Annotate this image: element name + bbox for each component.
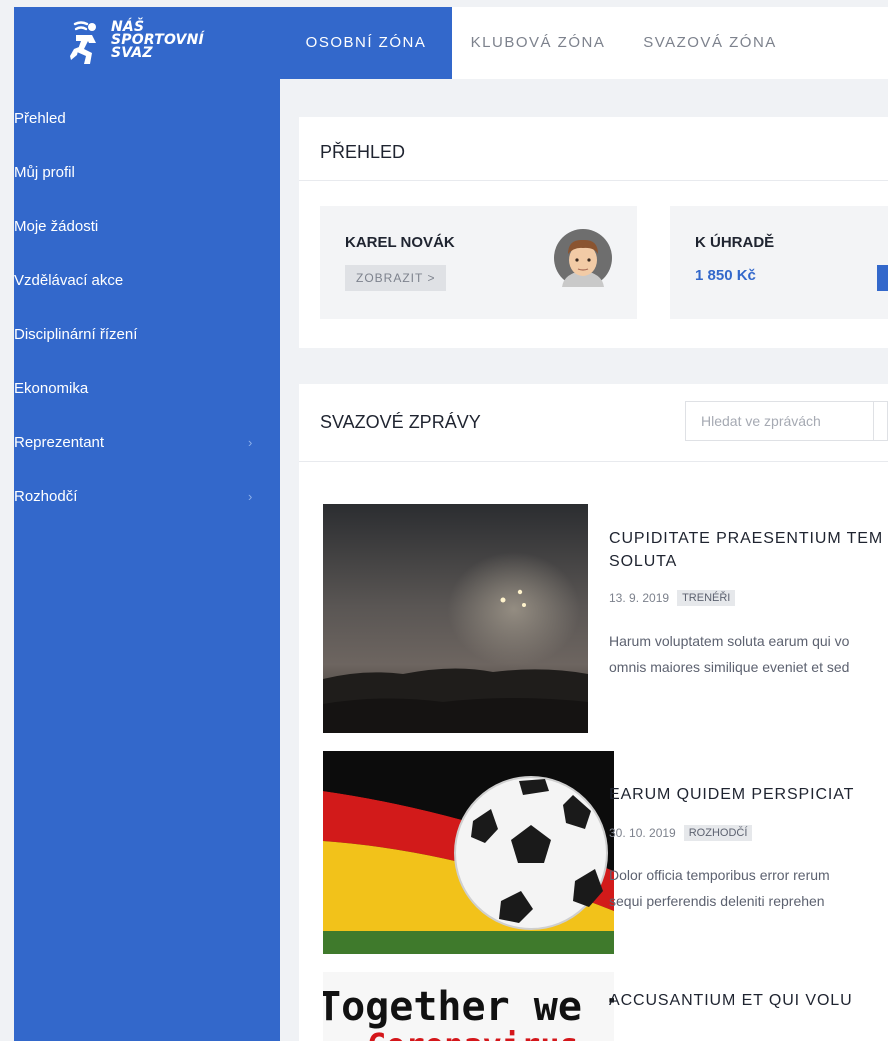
sidebar-item-prehled[interactable]: Přehled (14, 92, 280, 146)
sidebar-item-moje-zadosti[interactable]: Moje žádosti (14, 200, 280, 254)
news-meta: 30. 10. 2019 ROZHODČÍ (609, 825, 753, 841)
news-headline[interactable]: EARUM QUIDEM PERSPICIAT (609, 783, 854, 806)
sidebar-item-label: Ekonomika (14, 380, 89, 397)
sidebar-item-muj-profil[interactable]: Můj profil (14, 146, 280, 200)
show-profile-button[interactable]: ZOBRAZIT > (345, 265, 447, 291)
news-image[interactable]: Together we figh Coronavirus (323, 972, 614, 1041)
overview-card: PŘEHLED KAREL NOVÁK ZOBRAZIT > K ÚHRADĚ … (299, 117, 888, 348)
logo[interactable]: NÁŠ SPORTOVNÍ SVAZ (14, 7, 280, 79)
runner-icon (70, 21, 96, 64)
sidebar-item-label: Můj profil (14, 164, 75, 181)
logo-line-3: SVAZ (111, 45, 153, 61)
payment-title: K ÚHRADĚ (695, 234, 775, 251)
tab-klubova-zona[interactable]: KLUBOVÁ ZÓNA (452, 7, 624, 79)
news-headline[interactable]: CUPIDITATE PRAESENTIUM TEM SOLUTA (609, 527, 883, 573)
sidebar-item-label: Moje žádosti (14, 218, 99, 235)
news-image-caption: Coronavirus (367, 1026, 579, 1041)
sidebar-item-label: Rozhodčí (14, 488, 78, 505)
sidebar-item-ekonomika[interactable]: Ekonomika (14, 362, 280, 416)
news-headline-line: SOLUTA (609, 553, 678, 570)
news-title: SVAZOVÉ ZPRÁVY (320, 412, 481, 432)
user-avatar-icon (554, 229, 612, 287)
news-image[interactable] (323, 504, 588, 733)
main-content: PŘEHLED KAREL NOVÁK ZOBRAZIT > K ÚHRADĚ … (280, 79, 888, 1041)
divider (299, 180, 888, 181)
news-tag[interactable]: TRENÉŘI (677, 590, 736, 606)
sidebar-item-label: Reprezentant (14, 434, 105, 451)
news-excerpt-line: Dolor officia temporibus error rerum (609, 867, 830, 883)
news-image[interactable] (323, 751, 614, 954)
sidebar-item-reprezentant[interactable]: Reprezentant › (14, 416, 280, 470)
news-headline-line: ACCUSANTIUM ET QUI VOLU (609, 992, 853, 1009)
sidebar-item-label: Vzdělávací akce (14, 272, 124, 289)
news-headline-line: EARUM QUIDEM PERSPICIAT (609, 786, 855, 803)
news-excerpt: Dolor officia temporibus error rerum seq… (609, 862, 830, 914)
news-headline-line: CUPIDITATE PRAESENTIUM TEM (609, 530, 884, 547)
news-card: SVAZOVÉ ZPRÁVY Hledat ve zprávách CUPIDI… (299, 384, 888, 1041)
profile-tile: KAREL NOVÁK ZOBRAZIT > (320, 206, 637, 319)
sidebar-item-label: Disciplinární řízení (14, 326, 138, 343)
news-excerpt-line: sequi perferendis deleniti reprehen (609, 893, 825, 909)
pay-button[interactable] (877, 265, 888, 291)
news-excerpt-line: Harum voluptatem soluta earum qui vo (609, 633, 850, 649)
news-image-caption: Together we figh (323, 984, 614, 1030)
divider (299, 461, 888, 462)
chevron-right-icon: › (248, 435, 253, 450)
payment-amount: 1 850 Kč (695, 267, 756, 284)
overview-title: PŘEHLED (320, 142, 406, 162)
payment-tile: K ÚHRADĚ 1 850 Kč (670, 206, 888, 319)
sidebar-item-rozhodci[interactable]: Rozhodčí › (14, 470, 280, 524)
news-tag[interactable]: ROZHODČÍ (683, 825, 753, 841)
search-button[interactable] (874, 401, 888, 441)
news-headline[interactable]: ACCUSANTIUM ET QUI VOLU (609, 989, 853, 1012)
news-search-input[interactable]: Hledat ve zprávách (685, 401, 874, 441)
news-meta: 13. 9. 2019 TRENÉŘI (609, 590, 736, 606)
news-photo-dusk (323, 504, 588, 733)
app-frame: NÁŠ SPORTOVNÍ SVAZ OSOBNÍ ZÓNA KLUBOVÁ Z… (14, 7, 888, 1041)
news-date: 13. 9. 2019 (609, 591, 670, 605)
news-excerpt: Harum voluptatem soluta earum qui vo omn… (609, 628, 849, 680)
news-date: 30. 10. 2019 (609, 826, 676, 840)
top-bar: NÁŠ SPORTOVNÍ SVAZ OSOBNÍ ZÓNA KLUBOVÁ Z… (14, 7, 888, 79)
profile-name: KAREL NOVÁK (345, 234, 455, 251)
news-photo-football (323, 751, 614, 954)
tab-svazova-zona[interactable]: SVAZOVÁ ZÓNA (624, 7, 796, 79)
tab-osobni-zona[interactable]: OSOBNÍ ZÓNA (280, 7, 452, 79)
news-excerpt-line: omnis maiores similique eveniet et sed (609, 659, 850, 675)
chevron-right-icon: › (248, 489, 253, 504)
logo-text: NÁŠ SPORTOVNÍ SVAZ (111, 20, 204, 61)
sidebar-item-disciplinarni-rizeni[interactable]: Disciplinární řízení (14, 308, 280, 362)
sidebar-item-vzdelavaci-akce[interactable]: Vzdělávací akce (14, 254, 280, 308)
sidebar: Přehled Můj profil Moje žádosti Vzděláva… (14, 79, 280, 1041)
sidebar-item-label: Přehled (14, 110, 66, 127)
